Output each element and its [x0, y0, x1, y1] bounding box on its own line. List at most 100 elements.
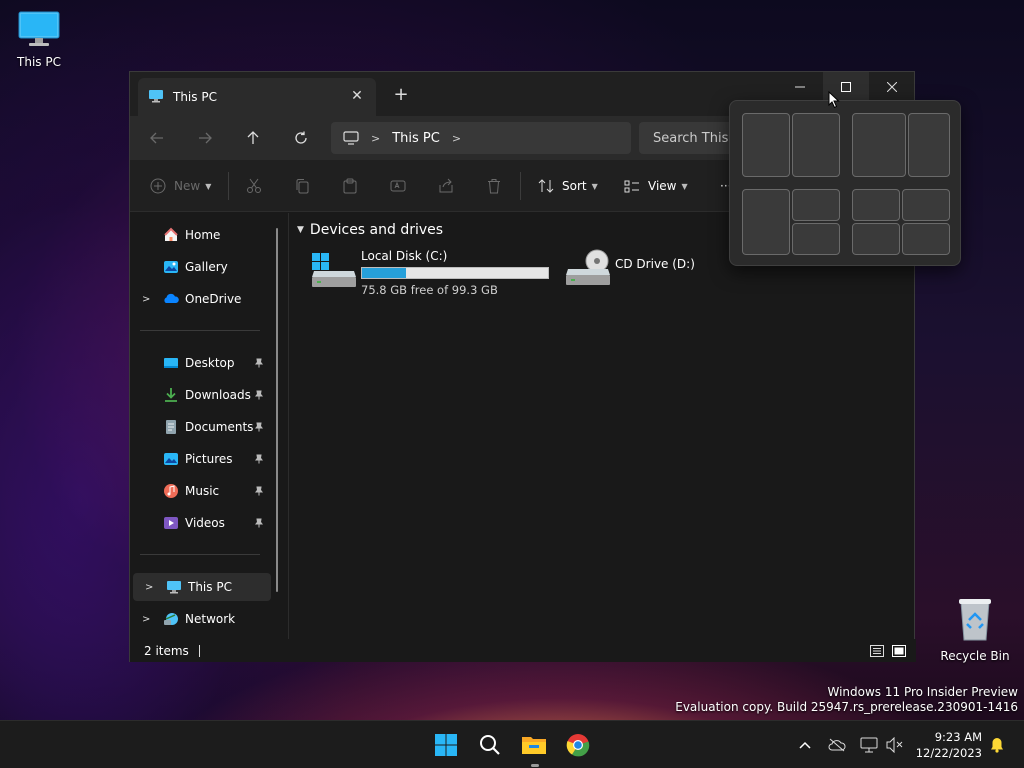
watermark-line-2: Evaluation copy. Build 25947.rs_prerelea… [675, 700, 1018, 714]
sidebar-item-videos[interactable]: Videos [130, 509, 268, 537]
new-tab-button[interactable]: + [390, 84, 412, 106]
taskbar-search-button[interactable] [474, 729, 506, 761]
downloads-icon [163, 387, 179, 403]
desktop-icon-recycle-bin[interactable]: Recycle Bin [938, 596, 1012, 663]
pictures-icon [163, 451, 179, 467]
sidebar-item-music[interactable]: Music [130, 477, 268, 505]
snap-zone[interactable] [742, 189, 790, 255]
volume-tray-button[interactable] [880, 729, 910, 761]
address-bar[interactable]: > This PC > [331, 122, 631, 154]
add-circle-icon [150, 178, 166, 194]
expand-chevron-icon[interactable]: > [142, 614, 150, 625]
onedrive-tray-button[interactable] [822, 729, 852, 761]
chevron-down-icon: ▼ [591, 181, 598, 191]
mouse-cursor-icon [828, 90, 840, 112]
close-button[interactable] [869, 72, 915, 102]
sort-button[interactable]: Sort ▼ [538, 174, 598, 198]
content-pane: ▼ Devices and drives Local Disk (C:) 75.… [289, 213, 916, 639]
desktop-icon-label: Recycle Bin [940, 649, 1010, 663]
delete-button[interactable] [486, 174, 502, 198]
paste-button[interactable] [342, 174, 358, 198]
snap-zone[interactable] [852, 189, 900, 221]
sidebar-item-this-pc[interactable]: > This PC [133, 573, 271, 601]
pin-icon [254, 358, 264, 368]
copy-button[interactable] [294, 174, 310, 198]
breadcrumb-separator-icon[interactable]: > [371, 132, 380, 145]
sidebar-item-downloads[interactable]: Downloads [130, 381, 268, 409]
sidebar-item-onedrive[interactable]: > OneDrive [130, 285, 268, 313]
sidebar-item-network[interactable]: > Network [130, 605, 268, 633]
show-hidden-icons-button[interactable] [790, 729, 820, 761]
sidebar-item-documents[interactable]: Documents [130, 413, 268, 441]
refresh-button[interactable] [289, 126, 313, 150]
breadcrumb-this-pc[interactable]: This PC [392, 131, 440, 146]
search-box[interactable]: Search This PC [639, 122, 739, 154]
onedrive-icon [163, 291, 179, 307]
snap-zone[interactable] [792, 113, 840, 177]
back-button[interactable] [145, 126, 169, 150]
rename-button[interactable] [390, 174, 406, 198]
details-view-button[interactable] [869, 643, 885, 659]
taskbar-clock[interactable]: 9:23 AM 12/22/2023 [912, 729, 982, 761]
sidebar-divider [140, 554, 260, 555]
forward-button[interactable] [193, 126, 217, 150]
back-arrow-icon [150, 132, 163, 144]
snap-zone[interactable] [852, 113, 906, 177]
this-pc-icon [166, 579, 182, 595]
cut-button[interactable] [246, 174, 262, 198]
tab-this-pc[interactable]: This PC ✕ [138, 78, 376, 116]
snap-zone[interactable] [902, 189, 950, 221]
tiles-view-button[interactable] [891, 643, 907, 659]
forward-arrow-icon [199, 132, 212, 144]
up-button[interactable] [241, 126, 265, 150]
snap-zone[interactable] [902, 223, 950, 255]
drive-name: Local Disk (C:) [361, 249, 448, 263]
divider [228, 172, 229, 200]
sidebar-item-label: OneDrive [185, 292, 242, 306]
sidebar-item-gallery[interactable]: Gallery [130, 253, 268, 281]
chevron-up-icon [799, 741, 811, 749]
sidebar-item-home[interactable]: Home [130, 221, 268, 249]
expand-chevron-icon[interactable]: > [145, 582, 153, 593]
view-button[interactable]: View ▼ [624, 174, 688, 198]
drive-cd-d[interactable]: CD Drive (D:) [565, 249, 725, 297]
notification-bell-icon [991, 738, 1003, 753]
clock-time: 9:23 AM [934, 730, 982, 744]
breadcrumb-chevron-icon[interactable]: > [452, 132, 461, 145]
tab-close-icon[interactable]: ✕ [348, 87, 366, 105]
navigation-pane: Home Gallery > OneDrive Desktop Download… [130, 213, 280, 639]
sort-label: Sort [562, 179, 587, 193]
taskbar-file-explorer[interactable] [518, 729, 550, 761]
sidebar-scrollbar[interactable] [276, 228, 278, 592]
snap-zone[interactable] [852, 223, 900, 255]
share-icon [439, 178, 453, 193]
taskbar-chrome[interactable] [562, 729, 594, 761]
chrome-icon [566, 734, 590, 757]
up-arrow-icon [247, 131, 259, 144]
snap-zone[interactable] [792, 189, 840, 221]
network-icon [163, 611, 179, 627]
trash-icon [488, 179, 500, 194]
expand-chevron-icon[interactable]: > [142, 294, 150, 305]
documents-icon [163, 419, 179, 435]
sidebar-item-desktop[interactable]: Desktop [130, 349, 268, 377]
new-button[interactable]: New ▼ [150, 174, 211, 198]
group-header-devices[interactable]: ▼ Devices and drives [297, 222, 443, 238]
desktop-icon-label: This PC [17, 55, 61, 69]
sort-icon [538, 179, 554, 193]
share-button[interactable] [438, 174, 454, 198]
snap-zone[interactable] [908, 113, 950, 177]
desktop-icon-this-pc[interactable]: This PC [2, 10, 76, 69]
start-button[interactable] [430, 729, 462, 761]
sidebar-item-pictures[interactable]: Pictures [130, 445, 268, 473]
pin-icon [254, 454, 264, 464]
drive-local-disk-c[interactable]: Local Disk (C:) 75.8 GB free of 99.3 GB [311, 249, 551, 297]
tiles-view-icon [892, 645, 906, 657]
snap-zone[interactable] [742, 113, 790, 177]
sidebar-divider [140, 330, 260, 331]
minimize-button[interactable] [777, 72, 823, 102]
notifications-button[interactable] [986, 729, 1008, 761]
collapse-chevron-icon[interactable]: ▼ [297, 225, 304, 235]
snap-zone[interactable] [792, 223, 840, 255]
rename-icon [390, 180, 406, 192]
